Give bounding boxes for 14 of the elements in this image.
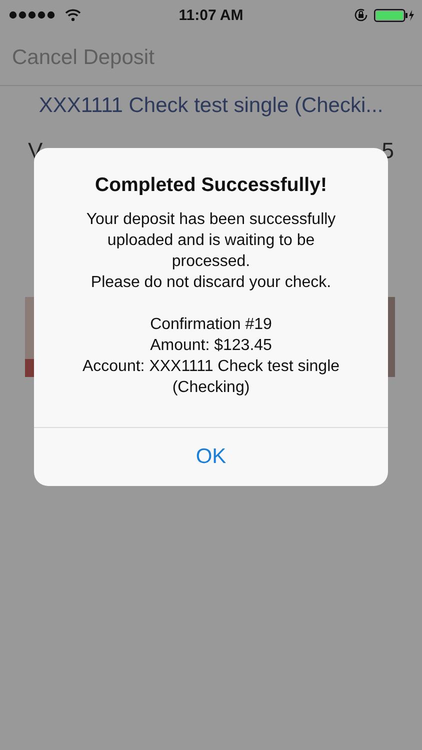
rotation-lock-icon	[354, 8, 368, 22]
battery-icon	[374, 8, 414, 22]
wifi-icon	[65, 9, 81, 21]
ok-button[interactable]: OK	[34, 428, 388, 486]
account-link[interactable]: XXX1111 Check test single (Checki...	[38, 94, 384, 118]
status-time: 11:07 AM	[178, 6, 244, 24]
alert-title: Completed Successfully!	[95, 174, 327, 197]
alert-detail: Confirmation #19	[150, 315, 272, 335]
signal-icon	[9, 11, 57, 19]
cancel-deposit-button[interactable]: Cancel Deposit	[12, 46, 154, 70]
alert-message: Your deposit has been successfully uploaded and is waiting to be processed.	[85, 210, 337, 272]
alert-detail: Amount: $123.45	[150, 336, 272, 356]
alert-message: Please do not discard your check.	[90, 273, 332, 293]
alert-detail: Account: XXX1111 Check test single (Checking)	[81, 357, 341, 398]
